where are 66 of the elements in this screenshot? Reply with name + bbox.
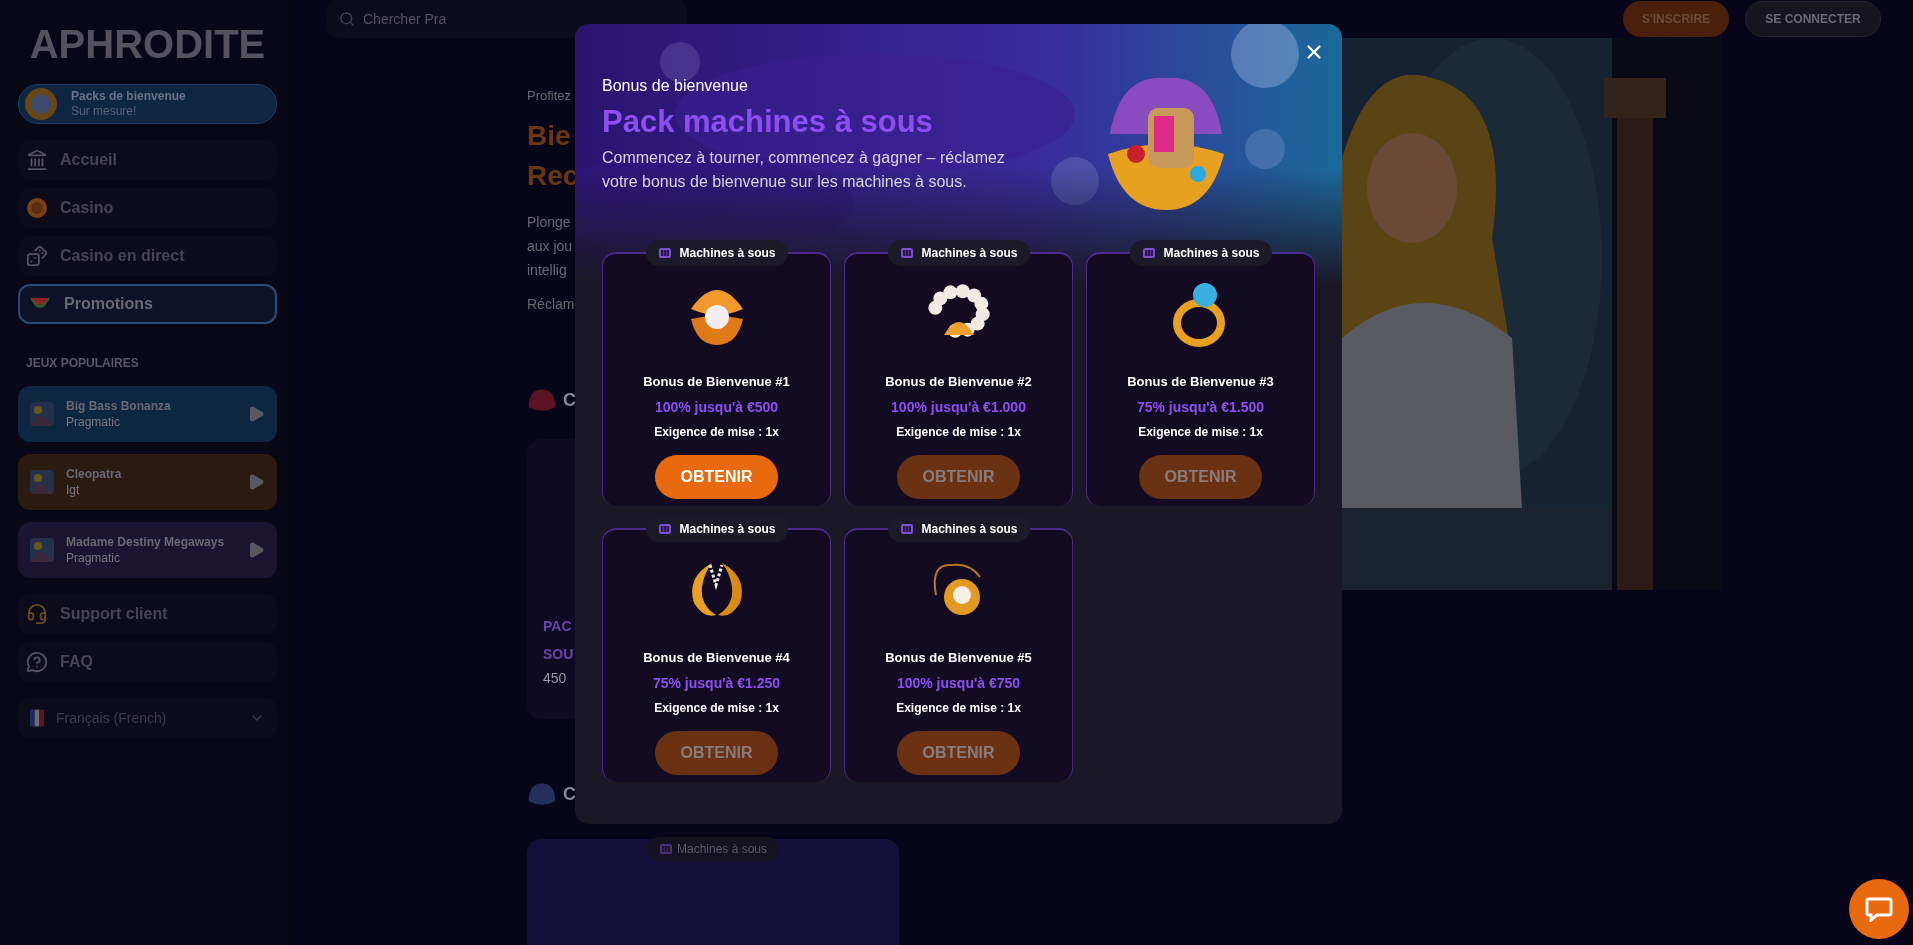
wagering-text: Exigence de mise : 1x [654,423,779,441]
bonus-offer: 75% jusqu'à €1.250 [652,673,781,693]
nav-item[interactable]: Support client [18,594,277,634]
bonus-title: Bonus de Bienvenue #1 [643,373,790,391]
login-button[interactable]: SE CONNECTER [1745,1,1881,37]
game-item[interactable]: Cleopatra Igt [18,454,277,510]
game-title: Big Bass Bonanza [66,398,172,414]
section-heading: C [563,389,576,412]
search-icon [339,11,355,27]
nav-item[interactable]: Casino en direct [18,236,277,276]
card-title-line: SOU [543,644,574,664]
logo[interactable]: APHRODITE [29,18,266,70]
flag-icon [30,709,44,727]
game-item[interactable]: Big Bass Bonanza Pragmatic [18,386,277,442]
bonus-title: Bonus de Bienvenue #3 [1127,373,1274,391]
nav-item[interactable]: Accueil [18,140,277,180]
paragraph-line: aux jou [527,236,573,256]
game-provider: Pragmatic [66,414,122,430]
help-icon [26,651,48,673]
bank-icon [26,149,48,171]
headset-icon [26,603,48,625]
banner-title: Packs de bienvenue [71,89,186,104]
bonus-offer: 100% jusqu'à €1.000 [891,397,1026,417]
chat-icon [1865,896,1893,922]
wagering-text: Exigence de mise : 1x [896,699,1021,717]
promo-card[interactable]: Machines à sous [527,838,899,945]
welcome-pack-banner[interactable]: Packs de bienvenue Sur mesure! [18,84,277,124]
section-heading: C [563,783,576,806]
paragraph-line: Plonge [527,212,571,232]
bonus-title: Bonus de Bienvenue #4 [643,649,790,667]
eyebrow-text: Profitez [527,87,572,105]
game-provider: Pragmatic [66,550,122,566]
nav-item[interactable]: FAQ [18,642,277,682]
claim-button[interactable]: OBTENIR [655,454,778,499]
game-item[interactable]: Madame Destiny Megaways Pragmatic [18,522,277,578]
slot-machine-icon [659,842,673,855]
card-badge: Machines à sous [647,836,779,861]
nav-item[interactable]: Promotions [18,284,277,324]
wagering-text: Exigence de mise : 1x [896,423,1021,441]
page-title-line: Rec [527,158,579,193]
nav-item[interactable]: Casino [18,188,277,228]
dice-icon [26,245,48,267]
bonus-offer: 100% jusqu'à €500 [654,397,779,417]
page-title-line: Bie [527,118,571,153]
game-title: Cleopatra [66,466,123,482]
slot-machine-icon [899,523,914,535]
wagering-text: Exigence de mise : 1x [654,699,779,717]
card-title-line: PAC [543,616,572,636]
game-title: Madame Destiny Megaways [66,534,226,550]
bonus-title: Bonus de Bienvenue #5 [885,649,1032,667]
game-provider: Igt [66,482,81,498]
section-title: JEUX POPULAIRES [26,355,140,372]
search-input[interactable]: Chercher Pra [363,8,675,30]
wagering-text: Exigence de mise : 1x [1138,423,1263,441]
bonus-offer: 100% jusqu'à €750 [896,673,1021,693]
card-amount: 450 [543,668,567,688]
bonus-offer: 75% jusqu'à €1.500 [1136,397,1265,417]
claim-text: Réclam [527,294,575,314]
slot-machine-icon [657,523,672,535]
play-icon[interactable] [247,473,265,491]
paragraph-line: intellig [527,260,567,280]
bonus-title: Bonus de Bienvenue #2 [885,373,1032,391]
play-icon[interactable] [247,405,265,423]
coin-icon [26,197,48,219]
banner-subtitle: Sur mesure! [71,104,138,119]
play-icon[interactable] [247,541,265,559]
